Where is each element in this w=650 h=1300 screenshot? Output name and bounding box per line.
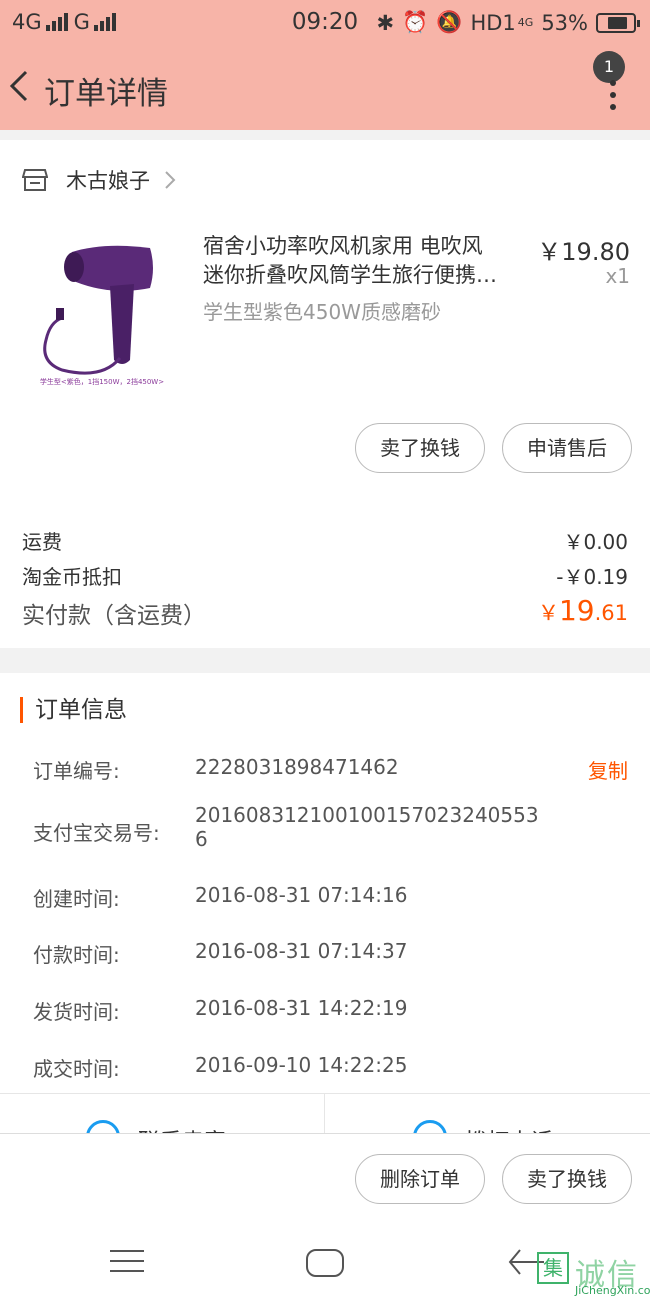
product-title-line1: 宿舍小功率吹风机家用 电吹风 bbox=[203, 234, 483, 258]
order-item-card: 木古娘子 学生型<紫色，1挡150W，2挡450W> 宿舍小功率吹风机家用 电吹… bbox=[0, 140, 650, 648]
order-info-heading: 订单信息 bbox=[20, 697, 127, 723]
alarm-icon: ⏰ bbox=[402, 10, 429, 34]
watermark-url: JiChengXin.com bbox=[575, 1284, 650, 1297]
total-paid-value: ￥19.61 bbox=[538, 594, 628, 627]
shipping-fee-value: ￥0.00 bbox=[563, 530, 628, 554]
menu-icon[interactable] bbox=[110, 1250, 144, 1280]
notification-badge: 1 bbox=[593, 51, 625, 83]
info-label: 付款时间: bbox=[33, 943, 120, 967]
product-image-caption: 学生型<紫色，1挡150W，2挡450W> bbox=[40, 377, 164, 386]
info-label: 创建时间: bbox=[33, 887, 120, 911]
more-dots-icon bbox=[610, 80, 618, 116]
total-paid-decimal: .61 bbox=[594, 601, 628, 625]
sell-for-cash-button[interactable]: 卖了换钱 bbox=[355, 423, 485, 473]
chevron-right-icon bbox=[165, 171, 176, 189]
created-time-value: 2016-08-31 07:14:16 bbox=[195, 883, 408, 907]
info-label: 成交时间: bbox=[33, 1057, 120, 1081]
contact-bar: 联系卖家 拨打电话 bbox=[0, 1093, 650, 1133]
product-title[interactable]: 宿舍小功率吹风机家用 电吹风 迷你折叠吹风筒学生旅行便携… bbox=[203, 232, 533, 290]
sell-for-cash-button-bottom[interactable]: 卖了换钱 bbox=[502, 1154, 632, 1204]
shop-link[interactable]: 木古娘子 bbox=[22, 162, 176, 198]
phone-icon bbox=[413, 1120, 447, 1133]
network-small-label: 4G bbox=[517, 16, 534, 29]
coin-deduction-label: 淘金币抵扣 bbox=[22, 565, 122, 589]
delete-order-button[interactable]: 删除订单 bbox=[355, 1154, 485, 1204]
total-paid-row: 实付款（含运费） ￥19.61 bbox=[22, 594, 628, 630]
after-sale-button[interactable]: 申请售后 bbox=[502, 423, 632, 473]
total-paid-integer: 19 bbox=[558, 594, 595, 627]
contact-seller-button[interactable]: 联系卖家 bbox=[0, 1094, 325, 1133]
mute-icon: 🔕 bbox=[436, 10, 463, 34]
home-icon[interactable] bbox=[306, 1249, 344, 1277]
contact-seller-label: 联系卖家 bbox=[138, 1124, 226, 1133]
watermark-box: 集 bbox=[537, 1252, 569, 1284]
battery-icon bbox=[596, 12, 640, 33]
total-paid-currency: ￥ bbox=[537, 601, 559, 625]
total-paid-label: 实付款（含运费） bbox=[22, 603, 206, 629]
top-bar: 4G G 09:20 ✱ ⏰ 🔕 HD1 4G 53% 订单详情 1 bbox=[0, 0, 650, 130]
call-phone-label: 拨打电话 bbox=[465, 1124, 553, 1133]
watermark-logo: 集 诚信 JiChengXin.com bbox=[533, 1250, 650, 1300]
paid-time-value: 2016-08-31 07:14:37 bbox=[195, 939, 408, 963]
alipay-trade-value: 2016083121001001570232405536 bbox=[195, 803, 539, 851]
page-title: 订单详情 bbox=[44, 76, 168, 112]
coin-deduction-value: -￥0.19 bbox=[556, 565, 628, 589]
deal-time-value: 2016-09-10 14:22:25 bbox=[195, 1053, 408, 1077]
product-image[interactable]: 学生型<紫色，1挡150W，2挡450W> bbox=[22, 230, 182, 390]
shipping-fee-row: 运费 ￥0.00 bbox=[22, 526, 628, 555]
status-bar: 4G G 09:20 ✱ ⏰ 🔕 HD1 4G 53% bbox=[0, 0, 650, 46]
back-arrow-icon[interactable] bbox=[6, 66, 36, 106]
product-quantity: x1 bbox=[605, 264, 630, 288]
nav-bar: 订单详情 1 bbox=[0, 50, 650, 126]
chat-icon bbox=[86, 1120, 120, 1133]
product-sku: 学生型紫色450W质感磨砂 bbox=[203, 300, 441, 324]
shipped-time-value: 2016-08-31 14:22:19 bbox=[195, 996, 408, 1020]
more-menu-button[interactable]: 1 bbox=[592, 50, 636, 110]
call-phone-button[interactable]: 拨打电话 bbox=[325, 1094, 650, 1133]
info-label: 支付宝交易号: bbox=[33, 821, 160, 845]
product-title-line2: 迷你折叠吹风筒学生旅行便携… bbox=[203, 263, 497, 287]
copy-order-number-button[interactable]: 复制 bbox=[588, 755, 628, 784]
shop-icon bbox=[22, 169, 48, 191]
battery-percent: 53% bbox=[541, 10, 588, 35]
product-price: ￥19.80 bbox=[537, 238, 630, 266]
hd-label: HD1 bbox=[470, 10, 516, 35]
bluetooth-icon: ✱ bbox=[376, 10, 395, 35]
coin-deduction-row: 淘金币抵扣 -￥0.19 bbox=[22, 561, 628, 590]
info-label: 订单编号: bbox=[33, 759, 120, 783]
info-label: 发货时间: bbox=[33, 1000, 120, 1024]
shop-name: 木古娘子 bbox=[66, 169, 150, 193]
shipping-fee-label: 运费 bbox=[22, 530, 62, 554]
order-number-value: 2228031898471462 bbox=[195, 755, 399, 779]
bottom-action-bar: 删除订单 卖了换钱 bbox=[0, 1133, 650, 1228]
order-info-card: 订单信息 订单编号: 2228031898471462 复制 支付宝交易号: 2… bbox=[0, 673, 650, 1093]
